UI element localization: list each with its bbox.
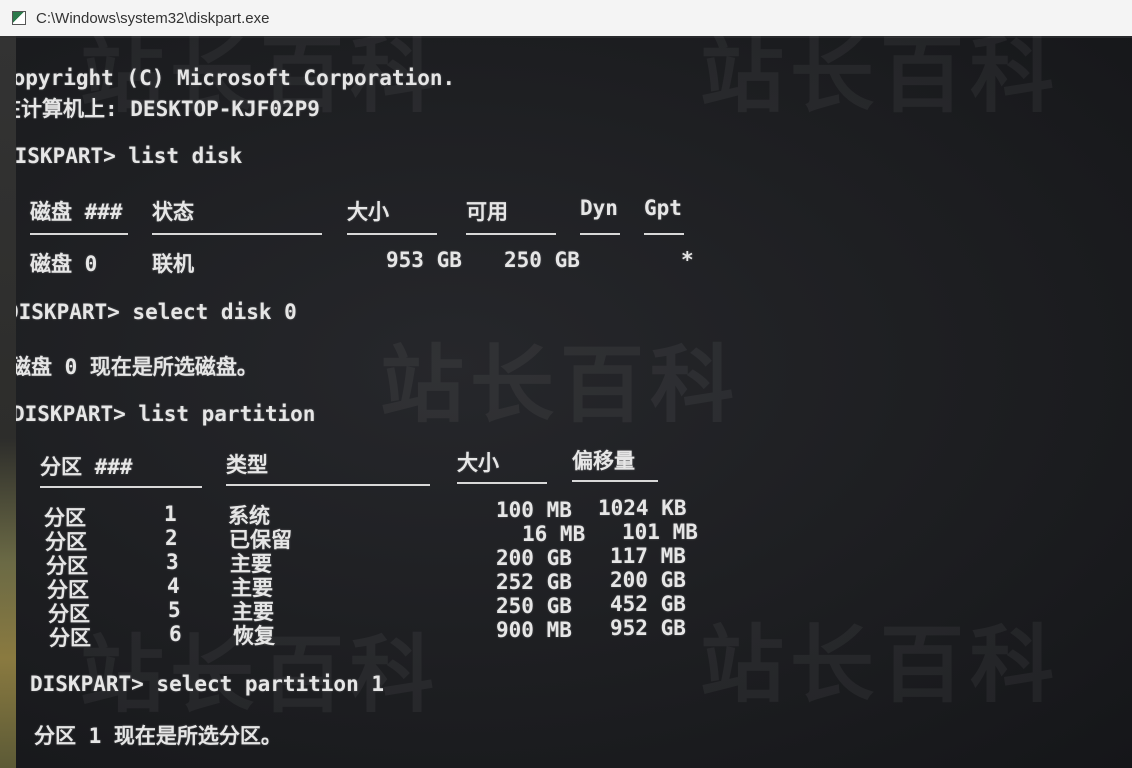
disk-header-divider <box>347 233 437 235</box>
disk-header-status: 状态 <box>152 200 194 224</box>
partition-header-divider <box>40 486 202 488</box>
disk-header-divider <box>644 233 684 235</box>
partition-row-size: 200 GB <box>496 546 572 570</box>
disk-row-status: 联机 <box>152 252 194 276</box>
disk-header-divider <box>152 233 322 235</box>
partition-row-size: 100 MB <box>496 498 572 522</box>
partition-row-type: 恢复 <box>233 624 275 648</box>
partition-row-offset: 101 MB <box>622 520 698 544</box>
partition-row-num: 6 <box>169 622 182 646</box>
partition-row-offset: 452 GB <box>610 592 686 616</box>
partition-row-offset: 200 GB <box>610 568 686 592</box>
disk-header-divider <box>580 233 620 235</box>
partition-header-num: 分区 ### <box>40 455 133 479</box>
command-line: DISKPART> list disk <box>2 144 243 168</box>
partition-row-offset: 952 GB <box>610 616 686 640</box>
partition-row-size: 900 MB <box>496 618 572 642</box>
desktop-background-edge <box>0 36 16 768</box>
watermark: 站长百科 <box>700 616 1061 714</box>
copyright-line: Copyright (C) Microsoft Corporation. <box>0 66 456 90</box>
partition-row-num: 4 <box>167 574 180 598</box>
partition-header-divider <box>226 484 430 486</box>
status-message: 分区 1 现在是所选分区。 <box>34 724 282 748</box>
partition-row-num: 1 <box>164 502 177 526</box>
partition-row-num: 2 <box>165 526 178 550</box>
watermark: 站长百科 <box>380 336 741 434</box>
disk-row-size: 953 GB <box>386 248 462 272</box>
command-line: DISKPART> list partition <box>12 402 316 426</box>
window-titlebar[interactable]: C:\Windows\system32\diskpart.exe <box>0 0 1132 36</box>
console-app-icon <box>12 11 26 25</box>
partition-header-size: 大小 <box>457 451 499 475</box>
status-message: 磁盘 0 现在是所选磁盘。 <box>10 355 258 379</box>
disk-header-disk: 磁盘 ### <box>30 200 123 224</box>
disk-row-gpt: * <box>681 248 694 272</box>
disk-header-size: 大小 <box>347 200 389 224</box>
disk-header-divider <box>30 233 128 235</box>
disk-header-free: 可用 <box>466 200 508 224</box>
disk-header-gpt: Gpt <box>644 196 682 220</box>
partition-row-offset: 117 MB <box>610 544 686 568</box>
partition-header-divider <box>457 482 547 484</box>
disk-row-free: 250 GB <box>504 248 580 272</box>
partition-header-offset: 偏移量 <box>572 449 635 473</box>
partition-row-size: 252 GB <box>496 570 572 594</box>
partition-row-num: 5 <box>168 598 181 622</box>
disk-header-divider <box>466 233 556 235</box>
computer-line: 在计算机上: DESKTOP-KJF02P9 <box>0 97 320 121</box>
partition-row-offset: 1024 KB <box>598 496 687 520</box>
command-line: DISKPART> select partition 1 <box>30 672 385 696</box>
partition-row-size: 250 GB <box>496 594 572 618</box>
partition-header-divider <box>572 480 658 482</box>
window-title: C:\Windows\system32\diskpart.exe <box>36 9 270 27</box>
partition-row-label: 分区 <box>49 626 91 650</box>
partition-header-type: 类型 <box>226 453 268 477</box>
command-line: DISKPART> select disk 0 <box>6 300 297 324</box>
screen: C:\Windows\system32\diskpart.exe 站长百科 站长… <box>0 0 1132 768</box>
console-output[interactable]: 站长百科 站长百科 站长百科 站长百科 站长百科 Copyright (C) M… <box>0 26 1132 768</box>
disk-row-name: 磁盘 0 <box>30 252 98 276</box>
partition-row-size: 16 MB <box>522 522 586 546</box>
disk-header-dyn: Dyn <box>580 196 618 220</box>
partition-row-num: 3 <box>166 550 179 574</box>
